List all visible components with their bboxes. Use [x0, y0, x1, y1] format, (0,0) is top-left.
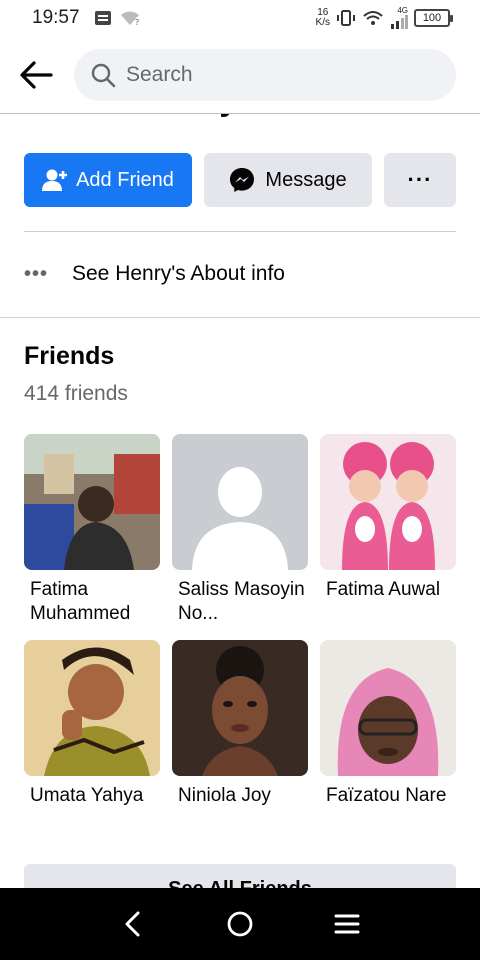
messenger-icon [230, 168, 255, 192]
status-right: 16 K/s 4G 100 [316, 7, 453, 29]
friend-card[interactable]: Faïzatou Nare [320, 640, 456, 846]
add-friend-button[interactable]: Add Friend [24, 153, 192, 207]
friend-name[interactable]: Saliss Masoyin No... [172, 578, 308, 626]
net-speed: 16 K/s [316, 8, 330, 28]
battery-indicator: 100 [414, 9, 453, 27]
system-menu-button[interactable] [327, 904, 367, 944]
wifi-question-icon: ? [120, 11, 139, 26]
friend-photo-image [172, 640, 308, 776]
friend-card[interactable]: Fatima Auwal [320, 434, 456, 640]
friend-name[interactable]: Umata Yahya [24, 784, 160, 808]
more-dots-icon: ··· [407, 167, 433, 192]
battery-level: 100 [422, 12, 442, 24]
net-speed-unit: K/s [315, 17, 330, 28]
search-icon [91, 63, 116, 87]
back-button[interactable] [18, 57, 54, 93]
section-separator [0, 317, 480, 318]
system-nav-bar [0, 888, 480, 960]
friends-section-title: Friends [24, 342, 115, 370]
status-time: 19:57 [32, 7, 80, 28]
add-friend-label: Add Friend [76, 168, 174, 191]
status-left-icons: ? [94, 10, 142, 26]
friend-photo-image [24, 640, 160, 776]
friend-name[interactable]: Faïzatou Nare [320, 784, 456, 808]
friend-name[interactable]: Niniola Joy [172, 784, 308, 808]
message-label: Message [265, 168, 347, 191]
friend-photo-image [320, 640, 456, 776]
system-home-button[interactable] [220, 904, 260, 944]
signal-icon [391, 15, 408, 29]
top-nav: Search [0, 36, 480, 114]
friends-count: 414 friends [24, 382, 128, 405]
search-input[interactable]: Search [74, 48, 456, 101]
friend-photo[interactable] [172, 640, 308, 776]
more-options-button[interactable]: ··· [384, 153, 456, 207]
friend-card[interactable]: Fatima Muhammed [24, 434, 160, 640]
svg-text:?: ? [135, 18, 139, 26]
cell-signal: 4G [390, 7, 408, 29]
add-friend-icon [42, 169, 68, 191]
arrow-left-icon [20, 60, 53, 89]
see-about-info-link[interactable]: ••• See Henry's About info [24, 254, 456, 294]
friend-name[interactable]: Fatima Auwal [320, 578, 456, 602]
home-circle-icon [227, 911, 253, 937]
menu-icon [334, 914, 360, 934]
network-type: 4G [397, 6, 408, 15]
status-bar: 19:57 ? 16 K/s 4G 100 [0, 0, 480, 36]
message-notification-icon [94, 11, 111, 25]
message-button[interactable]: Message [204, 153, 372, 207]
friend-card[interactable]: Saliss Masoyin No... [172, 434, 308, 640]
vibrate-icon [337, 10, 355, 26]
search-placeholder: Search [126, 62, 193, 86]
profile-actions: Add Friend Message ··· [24, 153, 456, 207]
see-about-info-label: See Henry's About info [72, 262, 285, 285]
more-dots-icon: ••• [24, 262, 49, 285]
divider [24, 231, 456, 232]
friend-photo[interactable] [320, 434, 456, 570]
friend-photo-image [320, 434, 456, 570]
default-avatar-icon [172, 434, 308, 570]
friend-photo[interactable] [24, 434, 160, 570]
friend-photo[interactable] [24, 640, 160, 776]
chevron-left-icon [125, 911, 140, 937]
friend-name[interactable]: Fatima Muhammed [24, 578, 160, 626]
friend-card[interactable]: Niniola Joy [172, 640, 308, 846]
friend-photo[interactable] [172, 434, 308, 570]
friend-photo-image [24, 434, 160, 570]
system-back-button[interactable] [113, 904, 153, 944]
friend-photo[interactable] [320, 640, 456, 776]
friends-grid: Fatima Muhammed Saliss Masoyin No... Fat… [24, 434, 456, 846]
friend-card[interactable]: Umata Yahya [24, 640, 160, 846]
wifi-icon [363, 11, 383, 25]
